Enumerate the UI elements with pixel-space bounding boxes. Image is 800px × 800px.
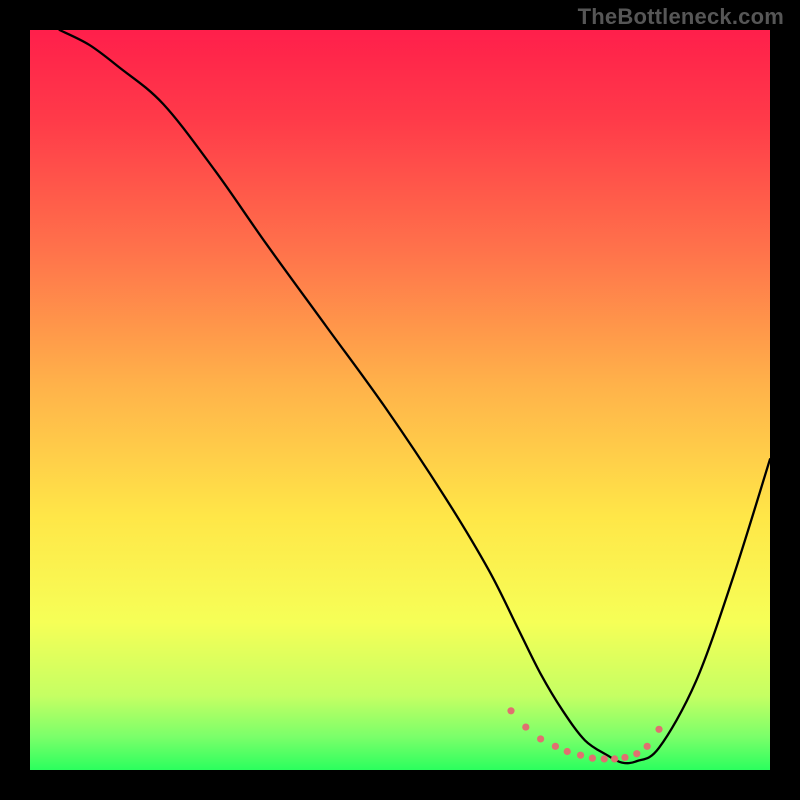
highlight-dot xyxy=(589,755,596,762)
highlight-dot xyxy=(522,723,529,730)
highlight-dot xyxy=(537,735,544,742)
highlight-dot xyxy=(577,752,584,759)
chart-frame: TheBottleneck.com xyxy=(0,0,800,800)
highlight-dot xyxy=(611,755,618,762)
highlight-dot xyxy=(601,755,608,762)
bottleneck-chart xyxy=(0,0,800,800)
highlight-dot xyxy=(644,743,651,750)
watermark-text: TheBottleneck.com xyxy=(578,4,784,30)
highlight-dot xyxy=(621,754,628,761)
highlight-dot xyxy=(507,707,514,714)
highlight-dot xyxy=(564,748,571,755)
highlight-dot xyxy=(633,750,640,757)
highlight-dot xyxy=(552,743,559,750)
highlight-dot xyxy=(655,726,662,733)
plot-background xyxy=(30,30,770,770)
